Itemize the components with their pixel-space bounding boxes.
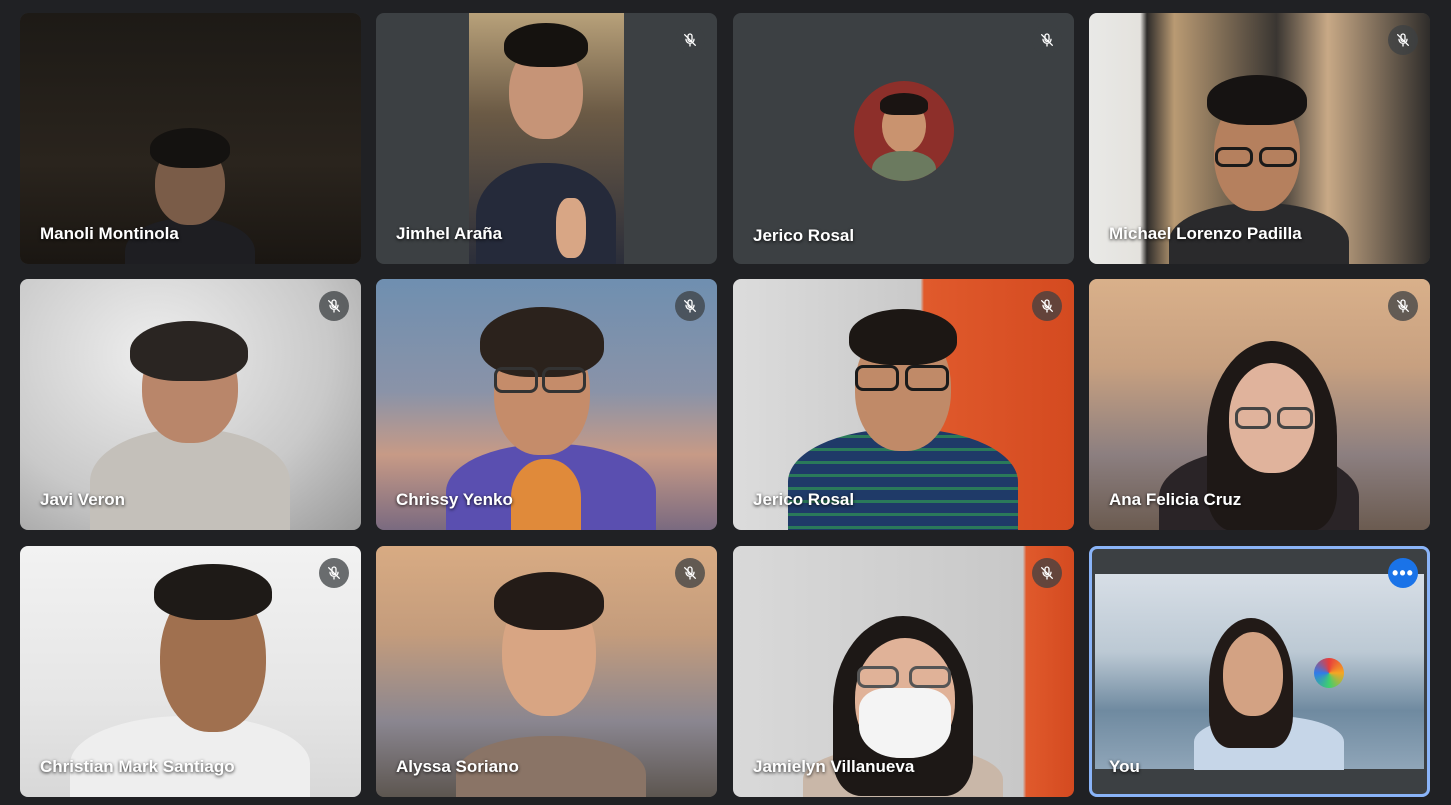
participant-tile[interactable]: Jamielyn Villanueva bbox=[733, 546, 1074, 797]
participant-tile[interactable]: Christian Mark Santiago bbox=[20, 546, 361, 797]
face-mask bbox=[859, 688, 951, 758]
mic-off-icon bbox=[675, 558, 705, 588]
participant-name: Jerico Rosal bbox=[753, 226, 855, 245]
participant-hair bbox=[1207, 75, 1307, 125]
participant-name: Jimhel Araña bbox=[396, 224, 503, 243]
participant-hair bbox=[494, 572, 604, 630]
thumbs-up-hand bbox=[556, 198, 586, 258]
participant-name: Ana Felicia Cruz bbox=[1109, 490, 1242, 509]
glasses bbox=[542, 367, 586, 393]
participant-name: You bbox=[1109, 757, 1140, 776]
mic-off-icon bbox=[675, 291, 705, 321]
participant-name: Jerico Rosal bbox=[753, 490, 855, 509]
participant-tile[interactable]: Chrissy Yenko bbox=[376, 279, 717, 530]
glasses bbox=[905, 365, 949, 391]
participant-tile[interactable]: Jimhel Araña bbox=[376, 13, 717, 264]
participant-tile[interactable]: Jerico Rosal bbox=[733, 13, 1074, 264]
participant-hair bbox=[504, 23, 588, 67]
glasses bbox=[1235, 407, 1271, 429]
participant-face bbox=[1223, 632, 1283, 716]
participant-hair bbox=[150, 128, 230, 168]
participant-tile[interactable]: Ana Felicia Cruz bbox=[1089, 279, 1430, 530]
mic-off-icon bbox=[1032, 558, 1062, 588]
participant-tile[interactable]: Javi Veron bbox=[20, 279, 361, 530]
mic-off-icon bbox=[675, 25, 705, 55]
participant-avatar bbox=[853, 80, 954, 181]
participant-name: Michael Lorenzo Padilla bbox=[1109, 224, 1302, 243]
glasses bbox=[1259, 147, 1297, 167]
glasses bbox=[909, 666, 951, 688]
participant-hair bbox=[849, 309, 957, 365]
mic-off-icon bbox=[319, 291, 349, 321]
mic-off-icon bbox=[1032, 25, 1062, 55]
participant-shirt bbox=[511, 459, 581, 530]
glasses bbox=[1215, 147, 1253, 167]
participant-name: Javi Veron bbox=[40, 490, 126, 509]
participant-tile[interactable]: Jerico Rosal bbox=[733, 279, 1074, 530]
glasses bbox=[494, 367, 538, 393]
mic-off-icon bbox=[1388, 291, 1418, 321]
mic-off-icon bbox=[319, 558, 349, 588]
participant-name: Christian Mark Santiago bbox=[40, 757, 235, 776]
participant-name: Jamielyn Villanueva bbox=[753, 757, 915, 776]
participant-tile[interactable]: Manoli Montinola bbox=[20, 13, 361, 264]
self-view-tile[interactable]: ••• You bbox=[1089, 546, 1430, 797]
company-logo bbox=[1314, 658, 1344, 688]
participant-body bbox=[476, 163, 616, 264]
video-grid: Manoli Montinola Jimhel Araña Jerico Ros… bbox=[0, 0, 1451, 805]
glasses bbox=[857, 666, 899, 688]
glasses bbox=[855, 365, 899, 391]
participant-name: Chrissy Yenko bbox=[396, 490, 513, 509]
participant-hair bbox=[130, 321, 248, 381]
more-options-icon[interactable]: ••• bbox=[1388, 558, 1418, 588]
participant-tile[interactable]: Michael Lorenzo Padilla bbox=[1089, 13, 1430, 264]
glasses bbox=[1277, 407, 1313, 429]
mic-off-icon bbox=[1388, 25, 1418, 55]
participant-tile[interactable]: Alyssa Soriano bbox=[376, 546, 717, 797]
participant-hair bbox=[154, 564, 272, 620]
participant-name: Manoli Montinola bbox=[40, 224, 179, 243]
participant-name: Alyssa Soriano bbox=[396, 757, 519, 776]
mic-off-icon bbox=[1032, 291, 1062, 321]
participant-body bbox=[90, 429, 290, 530]
